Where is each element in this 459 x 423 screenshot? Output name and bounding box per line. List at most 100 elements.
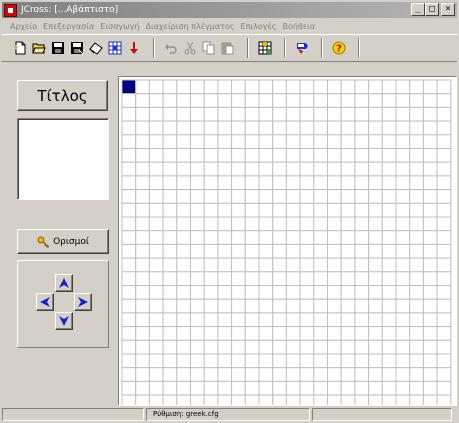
copy-icon[interactable] [201,40,217,56]
grid-cell[interactable] [395,230,411,245]
grid-cell[interactable] [368,79,383,95]
grid-cell[interactable] [409,339,424,355]
grid-cell[interactable] [327,353,342,369]
grid-cell[interactable] [409,353,424,369]
grid-cell[interactable] [148,298,164,314]
grid-cell[interactable] [340,120,356,136]
grid-cell[interactable] [258,326,274,341]
grid-cell[interactable] [244,120,260,136]
grid-cell[interactable] [422,367,438,382]
grid-cell[interactable] [231,243,246,259]
grid-cell[interactable] [258,106,274,122]
grid-cell[interactable] [285,243,301,259]
grid-cell[interactable] [148,285,164,300]
grid-cell[interactable] [176,257,191,273]
grid-cell[interactable] [299,353,315,369]
grid-cell[interactable] [313,148,329,163]
grid-cell[interactable] [422,257,438,273]
grid-cell-selected[interactable] [121,79,137,95]
grid-cell[interactable] [162,120,178,136]
grid-cell[interactable] [121,230,137,245]
grid-cell[interactable] [121,161,137,177]
grid-cell[interactable] [190,79,205,95]
grid-cell[interactable] [190,380,205,396]
menu-edit[interactable]: Επεξεργασία [40,22,97,31]
grid-cell[interactable] [203,243,219,259]
grid-cell[interactable] [135,367,150,382]
grid-cell[interactable] [162,257,178,273]
grid-cell[interactable] [162,339,178,355]
grid-cell[interactable] [368,380,383,396]
grid-cell[interactable] [258,353,274,369]
grid-cell[interactable] [176,285,191,300]
grid-cell[interactable] [176,93,191,108]
grid-cell[interactable] [272,243,287,259]
grid-cell[interactable] [436,93,452,108]
grid-cell[interactable] [244,106,260,122]
grid-cell[interactable] [135,339,150,355]
grid-cell[interactable] [340,285,356,300]
grid-cell[interactable] [285,230,301,245]
title-bar[interactable]: JCross: [...Αβάπτιστο] _ □ × [2,2,457,18]
grid-cell[interactable] [395,79,411,95]
grid-cell[interactable] [299,148,315,163]
grid-cell[interactable] [217,79,233,95]
grid-cell[interactable] [176,175,191,191]
save-as-icon[interactable] [69,40,85,56]
grid-cell[interactable] [395,380,411,396]
grid-cell[interactable] [244,243,260,259]
grid-cell[interactable] [135,120,150,136]
grid-cell[interactable] [272,285,287,300]
grid-cell[interactable] [368,285,383,300]
grid-cell[interactable] [422,326,438,341]
grid-cell[interactable] [436,312,452,328]
grid-cell[interactable] [244,353,260,369]
grid-cell[interactable] [285,257,301,273]
grid-cell[interactable] [381,243,397,259]
grid-cell[interactable] [217,189,233,204]
grid-cell[interactable] [299,120,315,136]
grid-cell[interactable] [258,202,274,218]
grid-cell[interactable] [285,134,301,149]
grid-cell[interactable] [285,148,301,163]
grid-cell[interactable] [135,189,150,204]
grid-cell[interactable] [217,202,233,218]
grid-cell[interactable] [121,394,137,405]
grid-cell[interactable] [395,243,411,259]
grid-cell[interactable] [422,298,438,314]
grid-cell[interactable] [190,312,205,328]
grid-cell[interactable] [217,230,233,245]
grid-cell[interactable] [409,216,424,232]
grid-cell[interactable] [272,353,287,369]
grid-cell[interactable] [340,243,356,259]
grid-cell[interactable] [148,257,164,273]
grid-cell[interactable] [176,298,191,314]
grid-cell[interactable] [231,175,246,191]
grid-cell[interactable] [190,394,205,405]
menu-grid-management[interactable]: Διαχείριση πλέγματος [143,22,238,31]
grid-cell[interactable] [258,148,274,163]
grid-cell[interactable] [148,339,164,355]
grid-cell[interactable] [203,367,219,382]
grid-cell[interactable] [368,175,383,191]
grid-cell[interactable] [162,93,178,108]
grid-cell[interactable] [190,148,205,163]
grid-cell[interactable] [190,120,205,136]
grid-cell[interactable] [299,298,315,314]
grid-cell[interactable] [409,148,424,163]
grid-cell[interactable] [258,161,274,177]
grid-cell[interactable] [395,326,411,341]
grid-cell[interactable] [190,134,205,149]
grid-cell[interactable] [354,339,370,355]
grid-cell[interactable] [176,312,191,328]
grid-cell[interactable] [368,394,383,405]
grid-cell[interactable] [203,134,219,149]
grid-cell[interactable] [258,271,274,287]
grid-cell[interactable] [176,216,191,232]
grid-cell[interactable] [313,339,329,355]
grid-cell[interactable] [340,257,356,273]
grid-cell[interactable] [395,120,411,136]
grid-cell[interactable] [354,271,370,287]
grid-cell[interactable] [368,326,383,341]
grid-cell[interactable] [272,148,287,163]
